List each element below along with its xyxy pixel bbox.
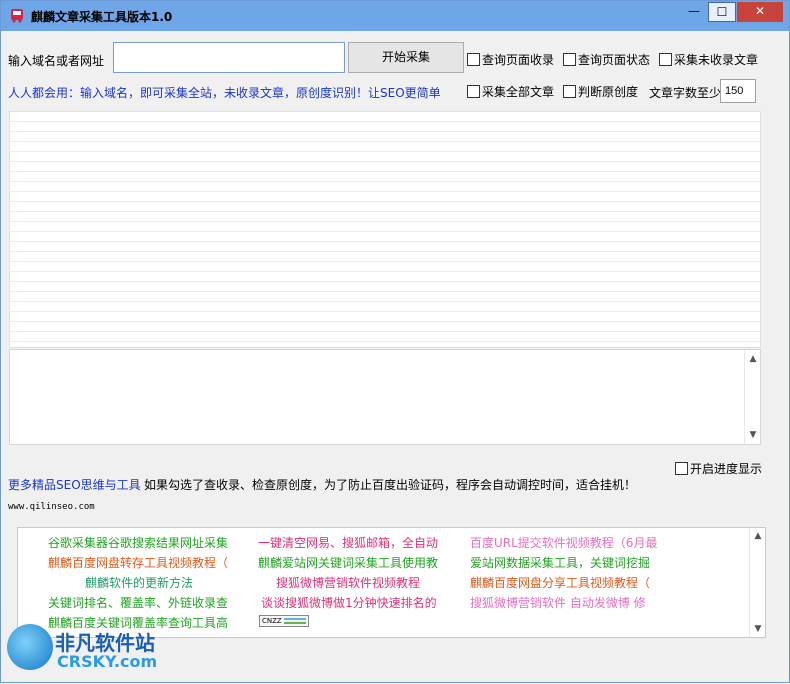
list-row	[10, 132, 760, 142]
badge-label: CNZZ	[262, 617, 282, 625]
link-item[interactable]: 搜狐微博营销软件 自动发微博 修	[470, 594, 646, 611]
checkbox-collect-all[interactable]: 采集全部文章	[467, 83, 554, 100]
badge-stripe-icon	[284, 618, 306, 624]
site-url-link[interactable]: www.qilinseo.com	[8, 502, 95, 512]
link-item[interactable]: 爱站网数据采集工具，关键词挖掘	[470, 554, 650, 571]
list-row	[10, 122, 760, 132]
checkbox-box[interactable]	[467, 53, 480, 66]
cnzz-badge[interactable]: CNZZ	[259, 615, 309, 627]
wordcount-label: 文章字数至少	[649, 86, 722, 100]
checkbox-box[interactable]	[675, 462, 688, 475]
bus-icon	[11, 9, 23, 23]
checkbox-check-status[interactable]: 查询页面状态	[563, 51, 650, 68]
list-row	[10, 292, 760, 302]
list-row	[10, 272, 760, 282]
list-row	[10, 182, 760, 192]
checkbox-check-index[interactable]: 查询页面收录	[467, 51, 554, 68]
checkbox-label: 采集未收录文章	[674, 53, 759, 67]
maximize-button[interactable]: ☐	[708, 2, 736, 22]
checkbox-box[interactable]	[563, 53, 576, 66]
list-row	[10, 202, 760, 212]
link-item[interactable]: 谷歌采集器谷歌搜索结果网址采集	[48, 534, 228, 551]
close-button[interactable]: ✕	[737, 2, 783, 22]
list-row	[10, 302, 760, 312]
app-window: 麒麟文章采集工具版本1.0 — ☐ ✕ 输入域名或者网址 开始采集 查询页面收录…	[0, 0, 790, 683]
list-row	[10, 262, 760, 272]
list-row	[10, 312, 760, 322]
list-row	[10, 322, 760, 332]
link-item[interactable]: 谈谈搜狐微博做1分钟快速排名的	[261, 594, 437, 611]
link-item[interactable]: 百度URL提交软件视频教程（6月最	[470, 534, 657, 551]
watermark: 非凡软件站 CRSKY.com	[1, 621, 171, 684]
watermark-logo-icon	[7, 624, 53, 670]
list-row	[10, 152, 760, 162]
window-title: 麒麟文章采集工具版本1.0	[31, 10, 173, 24]
scroll-up-icon[interactable]: ▲	[747, 354, 759, 364]
slogan-text: 人人都会用：输入域名，即可采集全站，未收录文章，原创度识别！让SEO更简单	[8, 86, 441, 100]
minimize-button[interactable]: —	[681, 2, 707, 22]
more-tools-link[interactable]: 更多精品SEO思维与工具	[8, 476, 141, 493]
checkbox-label: 采集全部文章	[482, 85, 555, 99]
info-note: 如果勾选了查收录、检查原创度，为了防止百度出验证码，程序会自动调控时间，适合挂机…	[144, 478, 637, 492]
scroll-up-icon[interactable]: ▲	[752, 531, 764, 541]
checkbox-box[interactable]	[659, 53, 672, 66]
checkbox-label: 查询页面状态	[578, 53, 651, 67]
list-row	[10, 172, 760, 182]
log-scrollbar[interactable]: ▲ ▼	[744, 350, 760, 444]
list-row	[10, 212, 760, 222]
wordcount-input[interactable]	[720, 79, 756, 103]
title-bar: 麒麟文章采集工具版本1.0 — ☐ ✕	[1, 1, 789, 31]
link-item[interactable]: 搜狐微博营销软件视频教程	[276, 574, 420, 591]
url-input[interactable]	[113, 42, 345, 73]
list-row	[10, 192, 760, 202]
list-row	[10, 332, 760, 342]
link-item[interactable]: 一键清空网易、搜狐邮箱，全自动	[258, 534, 438, 551]
link-item[interactable]: 关键词排名、覆盖率、外链收录查	[48, 594, 228, 611]
checkbox-box[interactable]	[467, 85, 480, 98]
checkbox-originality[interactable]: 判断原创度	[563, 83, 638, 100]
url-label: 输入域名或者网址	[8, 54, 105, 68]
list-row	[10, 112, 760, 122]
list-row	[10, 252, 760, 262]
link-item[interactable]: 麒麟软件的更新方法	[85, 574, 193, 591]
list-row	[10, 282, 760, 292]
list-row	[10, 162, 760, 172]
watermark-domain: CRSKY.com	[57, 652, 158, 671]
checkbox-label: 查询页面收录	[482, 53, 555, 67]
checkbox-label: 判断原创度	[578, 85, 639, 99]
checkbox-progress[interactable]: 开启进度显示	[675, 460, 762, 477]
scroll-down-icon[interactable]: ▼	[752, 624, 764, 634]
results-list[interactable]	[9, 111, 761, 348]
link-item[interactable]: 麒麟爱站网关键词采集工具使用教	[258, 554, 438, 571]
scroll-down-icon[interactable]: ▼	[747, 430, 759, 440]
list-row	[10, 222, 760, 232]
link-item[interactable]: 麒麟百度网盘分享工具视频教程（	[470, 574, 650, 591]
links-scrollbar[interactable]: ▲ ▼	[749, 528, 765, 637]
checkbox-label: 开启进度显示	[690, 462, 763, 476]
start-collect-button[interactable]: 开始采集	[348, 42, 464, 73]
checkbox-box[interactable]	[563, 85, 576, 98]
list-row	[10, 242, 760, 252]
list-row	[10, 142, 760, 152]
list-row	[10, 232, 760, 242]
checkbox-collect-unindexed[interactable]: 采集未收录文章	[659, 51, 758, 68]
log-textarea[interactable]: ▲ ▼	[9, 349, 761, 445]
link-item[interactable]: 麒麟百度网盘转存工具视频教程（	[48, 554, 228, 571]
